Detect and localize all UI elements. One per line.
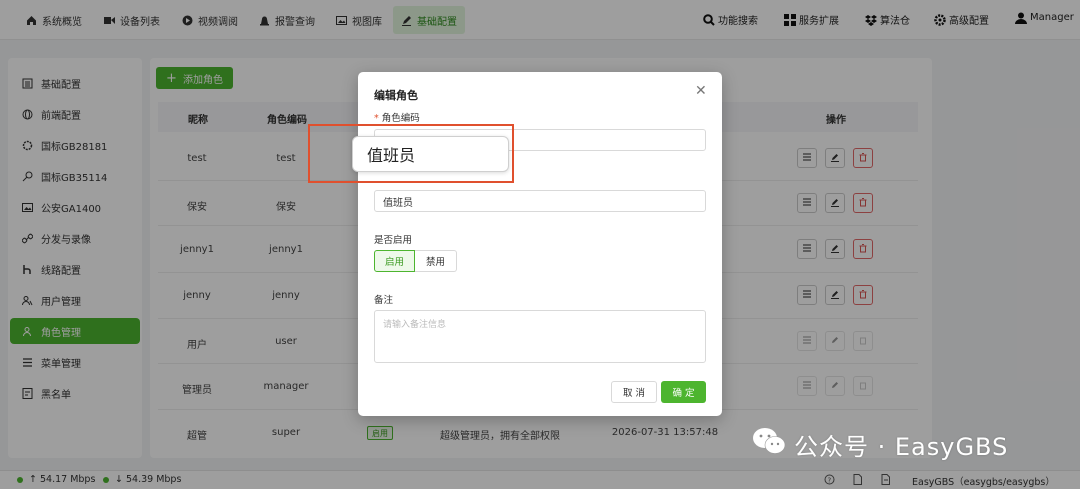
role-code-value: 值班员 [367, 146, 416, 165]
zoomed-role-code-field: 值班员 [352, 136, 509, 172]
enable-on-button[interactable]: 启用 [374, 250, 415, 272]
confirm-button[interactable]: 确 定 [661, 381, 706, 403]
watermark-text: 公众号 · EasyGBS [794, 432, 1009, 461]
enable-field-label: 是否启用 [374, 235, 413, 246]
cancel-button[interactable]: 取 消 [611, 381, 657, 403]
remark-field-label: 备注 [374, 295, 394, 306]
close-icon[interactable]: ✕ [695, 84, 707, 98]
code-label-text: 角色编码 [381, 113, 420, 124]
wechat-icon [752, 426, 786, 462]
dialog-title: 编辑角色 [374, 89, 418, 102]
remark-textarea[interactable]: 请输入备注信息 [374, 310, 706, 363]
code-field-label: * 角色编码 [374, 113, 420, 124]
watermark: 公众号 · EasyGBS [752, 426, 1008, 462]
role-name-input[interactable]: 值班员 [374, 190, 706, 212]
role-name-value: 值班员 [383, 197, 413, 209]
enable-off-button[interactable]: 禁用 [415, 250, 457, 272]
